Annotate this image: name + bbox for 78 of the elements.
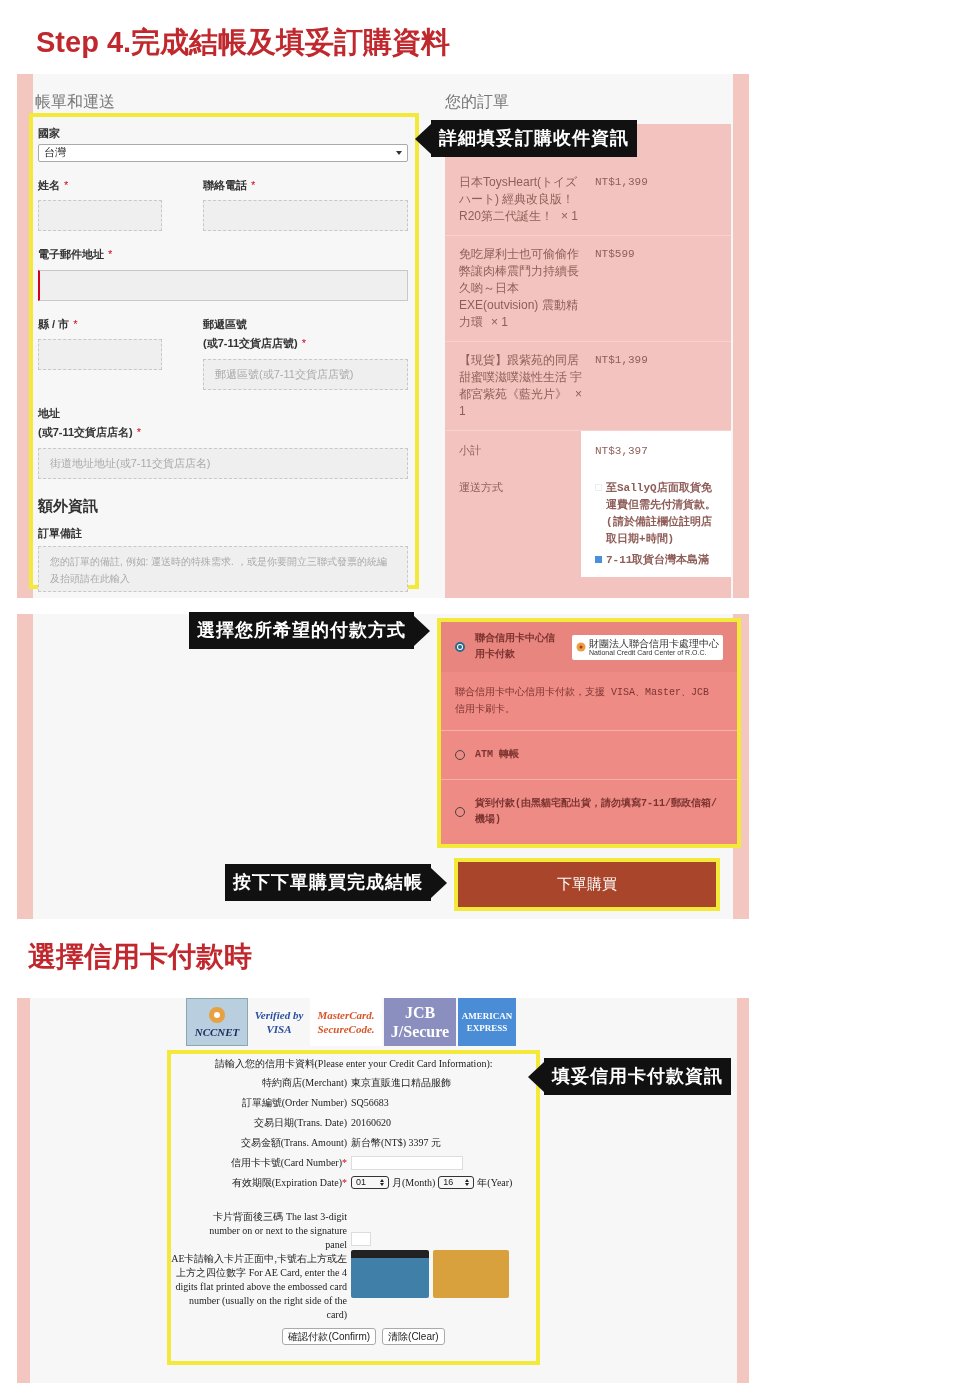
- country-select[interactable]: 台灣: [38, 143, 408, 162]
- section-heading: 額外資訊: [38, 495, 99, 516]
- required-mark: *: [64, 177, 69, 193]
- subtotal-value: NT$3,397: [595, 445, 648, 457]
- field-note: (或7-11交貨店店號): [203, 336, 298, 351]
- required-mark: *: [73, 316, 78, 332]
- card-brand-logo: JCB J/Secure: [384, 998, 456, 1046]
- shipping-option[interactable]: 7-11取貨台灣本島滿: [606, 551, 710, 569]
- card-brand-logo: NCCNET: [186, 998, 248, 1046]
- pointer-icon: [528, 1061, 544, 1092]
- stepper-icon: [380, 1179, 384, 1186]
- required-mark: *: [251, 177, 256, 193]
- subtotal-label: 小計: [459, 445, 481, 457]
- field-label: 縣 / 市: [38, 316, 70, 332]
- info-label: 信用卡卡號(Card Number): [230, 1156, 342, 1170]
- info-label: 交易日期(Trans. Date): [253, 1116, 347, 1130]
- info-value: SQ56683: [351, 1096, 390, 1110]
- required-mark: *: [108, 247, 113, 262]
- cvv-label: 卡片背面後三碼 The last 3-digit number on or next to the signature panel: [208, 1210, 347, 1252]
- section-title: 選擇信用卡付款時: [27, 943, 253, 974]
- info-label: 訂單編號(Order Number): [240, 1096, 347, 1110]
- info-label: 有效期限(Expiration Date): [231, 1176, 342, 1190]
- info-label: 特約商店(Merchant): [261, 1076, 347, 1090]
- radio-button[interactable]: [455, 642, 465, 652]
- card-brand-logo: MasterCard. SecureCode.: [310, 998, 382, 1046]
- form-button[interactable]: 確認付款(Confirm): [282, 1328, 377, 1345]
- product-name: 【現貨】跟紫苑的同居甜蜜噗滋噗滋性生活 宇都宮紫苑《藍光片》 × 1: [459, 352, 584, 420]
- field-label: 國家: [38, 126, 60, 141]
- month-select[interactable]: 01: [351, 1176, 389, 1189]
- product-name: 免吃犀利士也可偷偷作弊讓肉棒震鬥力持續長久喲～日本EXE(outvision) 震動精力環 × 1: [459, 246, 580, 331]
- step-title: Step 4.完成結帳及填妥訂購資料: [35, 25, 452, 60]
- pointer-icon: [431, 867, 447, 898]
- required-mark: *: [301, 336, 307, 351]
- card-brand-logo: Verified by VISA: [253, 1007, 305, 1037]
- price: NT$1,399: [595, 175, 648, 190]
- ae-card-note: AE卡請輸入卡片正面中,卡號右上方或左上方之四位數字 For AE Card, enter the 4 digits flat printed above the embossed card number (usually on the right side of the card): [171, 1252, 347, 1322]
- payment-option[interactable]: ATM 轉帳: [441, 731, 737, 779]
- section-heading: 帳單和運送: [34, 92, 116, 112]
- month-label: 月(Month): [392, 1176, 436, 1190]
- input-field[interactable]: [203, 200, 408, 231]
- field-label: 姓名: [38, 177, 60, 193]
- input-field[interactable]: [38, 200, 162, 231]
- field-label: 電子郵件地址: [38, 247, 104, 262]
- payment-option[interactable]: 貨到付款(由黑貓宅配出貨，請勿填寫7-11/郵政信箱/機場): [441, 780, 737, 844]
- price: NT$1,399: [595, 353, 648, 368]
- caret-icon: [396, 150, 402, 155]
- pointer-icon: [414, 615, 430, 646]
- section-heading: 您的訂單: [445, 92, 510, 112]
- year-label: 年(Year): [477, 1176, 513, 1190]
- year-select[interactable]: 16: [438, 1176, 475, 1189]
- field-label: 訂單備註: [38, 526, 83, 541]
- form-intro: 請輸入您的信用卡資料(Please enter your Credit Card Information):: [213, 1057, 494, 1071]
- product-name: 日本ToysHeart(トイズハート) 經典改良版！R20第二代誕生！ × 1: [459, 174, 580, 225]
- shipping-label: 運送方式: [459, 481, 503, 494]
- cvv-input[interactable]: [351, 1232, 371, 1246]
- info-label: 交易金額(Trans. Amount): [239, 1136, 347, 1150]
- form-button[interactable]: 清除(Clear): [382, 1328, 445, 1345]
- payment-description: 聯合信用卡中心信用卡付款，支援 VISA、Master、JCB 信用卡刷卡。: [454, 685, 710, 717]
- place-order-button[interactable]: 下單購買: [454, 858, 720, 911]
- input-field[interactable]: [38, 269, 408, 301]
- card-number-input[interactable]: [351, 1155, 463, 1170]
- info-value: 新台幣(NT$) 3397 元: [351, 1136, 442, 1150]
- input-field[interactable]: [38, 339, 162, 370]
- card-brand-logo: AMERICAN EXPRESS: [458, 998, 516, 1046]
- field-label: 郵遞區號: [203, 316, 247, 332]
- info-value: 20160620: [351, 1116, 392, 1130]
- field-label: 聯絡電話: [203, 177, 247, 193]
- field-note: (或7-11交貨店店名): [38, 425, 133, 440]
- info-value: 東京直販進口精品服飾: [351, 1076, 452, 1090]
- required-mark: *: [136, 425, 142, 440]
- shipping-option[interactable]: 至SallyQ店面取貨免運費但需先付清貨款。(請於備註欄位註明店取日期+時間): [606, 479, 717, 548]
- required-mark: *: [342, 1176, 347, 1190]
- stepper-icon: [465, 1179, 470, 1186]
- price: NT$599: [595, 247, 635, 262]
- field-label: 地址: [38, 405, 60, 421]
- shipping-radio[interactable]: [595, 555, 602, 563]
- pointer-icon: [415, 123, 431, 154]
- required-mark: *: [342, 1156, 347, 1170]
